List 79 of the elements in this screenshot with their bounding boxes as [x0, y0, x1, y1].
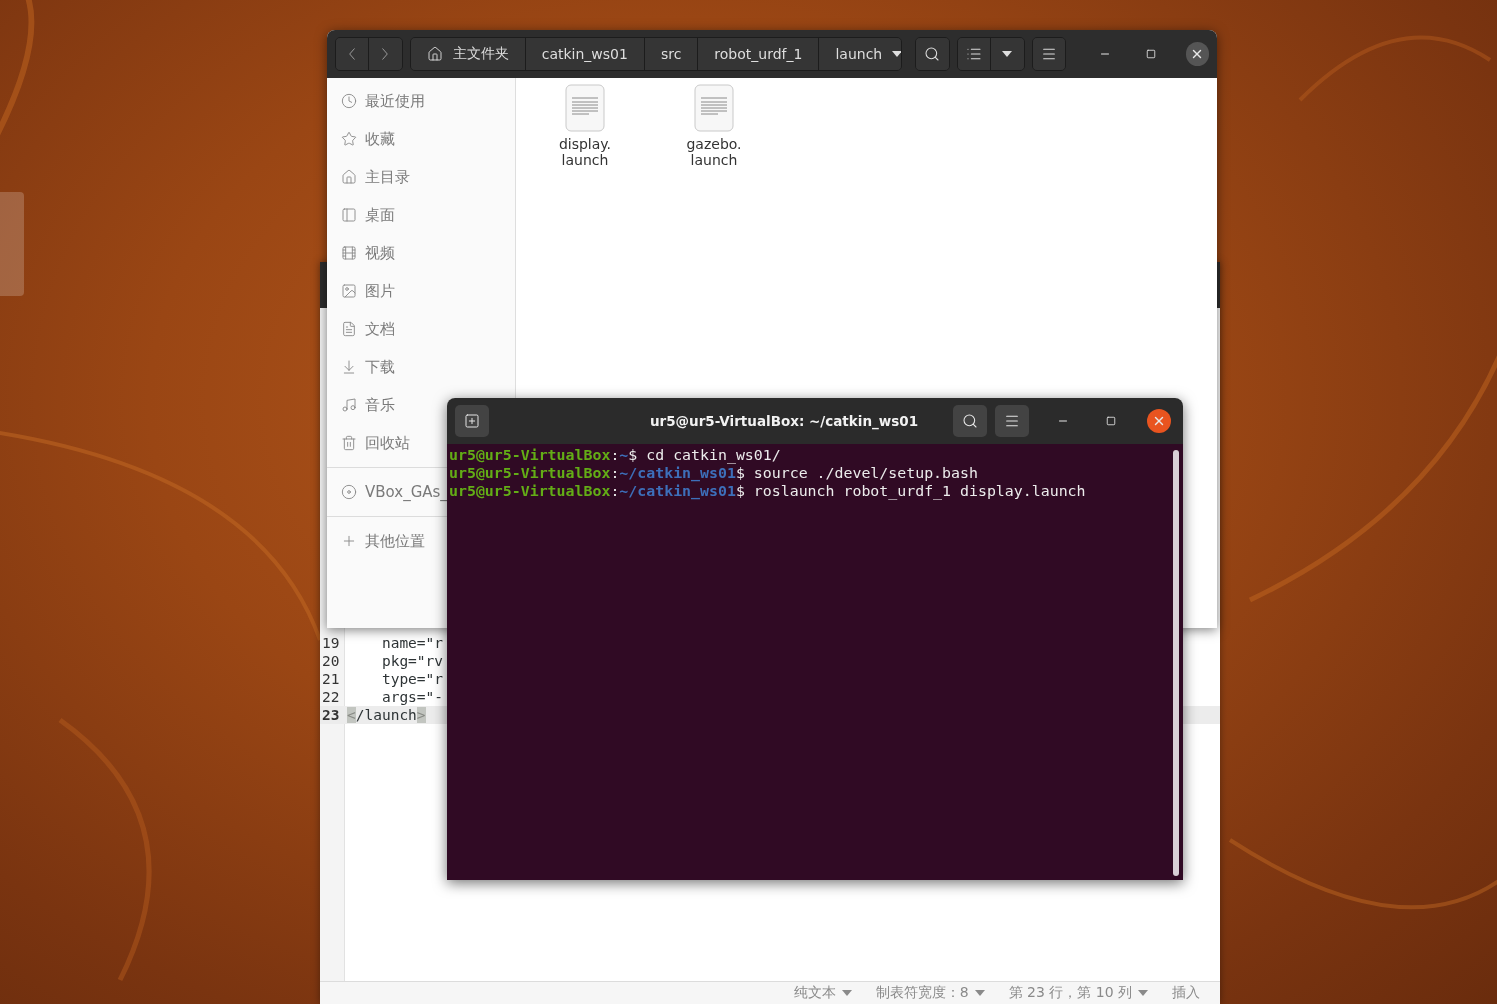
status-item[interactable]: 纯文本 [783, 984, 862, 1002]
music-icon [341, 397, 357, 413]
menu-button[interactable] [995, 405, 1029, 437]
sidebar-item[interactable]: 文档 [341, 319, 395, 339]
sidebar-item[interactable]: 回收站 [341, 433, 410, 453]
back-icon [348, 48, 355, 60]
new-tab-button[interactable] [455, 405, 489, 437]
home-icon [426, 46, 443, 62]
home-icon [341, 169, 357, 185]
path-segment[interactable]: launch [819, 38, 902, 70]
maximize-icon [1146, 49, 1157, 59]
file-item[interactable]: gazebo. launch [659, 84, 769, 168]
file-name: gazebo. launch [686, 136, 742, 168]
clock-icon [341, 93, 357, 109]
view-options-button[interactable] [990, 38, 1024, 70]
star-icon [341, 131, 357, 147]
close-button[interactable] [1147, 409, 1171, 433]
terminal-line: ur5@ur5-VirtualBox:~/catkin_ws01$ roslaunch robot_urdf_1 display.launch [449, 482, 1087, 500]
document-icon [341, 321, 357, 337]
terminal-line: ur5@ur5-VirtualBox:~$ cd catkin_ws01/ [449, 446, 782, 464]
caret-icon [892, 51, 902, 57]
code-line: type="r [380, 670, 444, 688]
disc-icon [341, 484, 357, 500]
path-segment[interactable]: 主文件夹 [410, 38, 526, 70]
path-segment[interactable]: robot_urdf_1 [698, 38, 820, 70]
text-file-icon [565, 84, 605, 132]
status-item[interactable]: 第 23 行，第 10 列 [998, 984, 1158, 1002]
caret-icon [1138, 990, 1148, 996]
download-icon [341, 359, 357, 375]
path-segment[interactable]: catkin_ws01 [525, 38, 645, 70]
code-line: args="- [380, 688, 444, 706]
status-label: 第 23 行，第 10 列 [1008, 984, 1132, 1002]
terminal-line: ur5@ur5-VirtualBox:~/catkin_ws01$ source ./devel/setup.bash [449, 464, 979, 482]
status-item[interactable]: 制表符宽度：8 [865, 984, 995, 1002]
desktop-icon [341, 207, 357, 223]
caret-icon [841, 990, 852, 996]
sidebar-item[interactable]: 其他位置 [341, 531, 425, 551]
search-icon [962, 413, 978, 429]
close-icon [1152, 414, 1166, 428]
view-button[interactable] [957, 38, 991, 70]
path-segment[interactable]: src [644, 38, 699, 70]
list-icon [965, 46, 982, 62]
sidebar-item[interactable]: VBox_GAs_ [341, 483, 448, 501]
sidebar-item[interactable]: 视频 [341, 243, 395, 263]
caret-icon [1002, 51, 1013, 57]
sidebar-item[interactable]: 下载 [341, 357, 395, 377]
maximize-icon [1106, 416, 1116, 426]
menu-icon [1004, 413, 1020, 429]
new-tab-icon [464, 413, 480, 429]
search-button[interactable] [953, 405, 987, 437]
sidebar-item[interactable]: 收藏 [341, 129, 395, 149]
close-button[interactable] [1185, 42, 1209, 66]
caret-icon [974, 990, 985, 996]
sidebar-item[interactable]: 最近使用 [341, 91, 425, 111]
status-item[interactable]: 插入 [1162, 984, 1210, 1002]
file-name: display. launch [558, 136, 612, 168]
status-label: 制表符宽度：8 [875, 984, 969, 1002]
sidebar-item[interactable]: 图片 [341, 281, 395, 301]
code-line: </launch> [347, 706, 426, 724]
window-title: ur5@ur5-VirtualBox: ~/catkin_ws01 [648, 413, 920, 429]
search-icon [924, 46, 941, 62]
code-line: name="r [380, 634, 444, 652]
scrollbar[interactable] [1173, 450, 1179, 876]
sidebar-item[interactable]: 主目录 [341, 167, 410, 187]
status-label: 纯文本 [793, 984, 836, 1002]
sidebar-item[interactable]: 桌面 [341, 205, 395, 225]
menu-icon [1041, 46, 1057, 62]
image-icon [341, 283, 357, 299]
trash-icon [341, 435, 357, 451]
forward-icon [382, 48, 389, 60]
file-item[interactable]: display. launch [530, 84, 640, 168]
code-line: pkg="rv [380, 652, 444, 670]
text-file-icon [694, 84, 734, 132]
menu-button[interactable] [1032, 38, 1066, 70]
status-label: 插入 [1172, 984, 1200, 1002]
sidebar-item[interactable]: 音乐 [341, 395, 395, 415]
search-button[interactable] [916, 38, 949, 70]
film-icon [341, 245, 357, 261]
plus-icon [341, 533, 357, 549]
